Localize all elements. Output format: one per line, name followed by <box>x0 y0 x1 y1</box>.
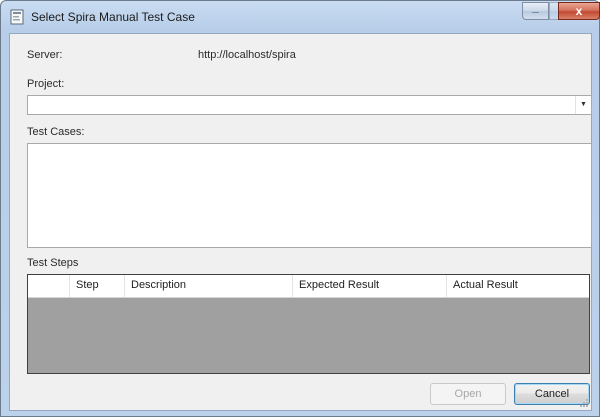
grid-header-row-selector <box>28 275 70 297</box>
grid-header: Step Description Expected Result Actual … <box>28 275 589 298</box>
project-dropdown[interactable]: ▼ <box>27 95 592 115</box>
server-url: http://localhost/spira <box>198 49 296 61</box>
close-icon: x <box>575 4 583 18</box>
window-title: Select Spira Manual Test Case <box>31 10 195 24</box>
column-header-step[interactable]: Step <box>70 275 125 297</box>
server-label: Server: <box>27 49 63 61</box>
dropdown-arrow-icon[interactable]: ▼ <box>575 96 591 114</box>
test-steps-label: Test Steps <box>27 257 79 269</box>
column-header-actual-result[interactable]: Actual Result <box>447 275 589 297</box>
column-header-description[interactable]: Description <box>125 275 293 297</box>
test-steps-grid[interactable]: Step Description Expected Result Actual … <box>27 274 590 374</box>
resize-grip-icon[interactable] <box>579 398 589 408</box>
minimize-icon: _ <box>532 0 539 14</box>
open-button[interactable]: Open <box>430 383 506 405</box>
test-cases-list[interactable] <box>27 143 592 248</box>
project-label: Project: <box>27 78 65 90</box>
app-icon <box>10 9 24 25</box>
dialog-window: Select Spira Manual Test Case _ x Server… <box>0 0 600 417</box>
test-cases-label: Test Cases: <box>27 126 85 138</box>
grid-body <box>28 298 589 373</box>
minimize-button[interactable]: _ <box>522 0 549 20</box>
dialog-client-area: Server: http://localhost/spira Project: … <box>9 33 592 411</box>
title-bar[interactable]: Select Spira Manual Test Case _ x <box>1 0 600 33</box>
column-header-expected-result[interactable]: Expected Result <box>293 275 447 297</box>
close-button[interactable]: x <box>558 2 600 20</box>
